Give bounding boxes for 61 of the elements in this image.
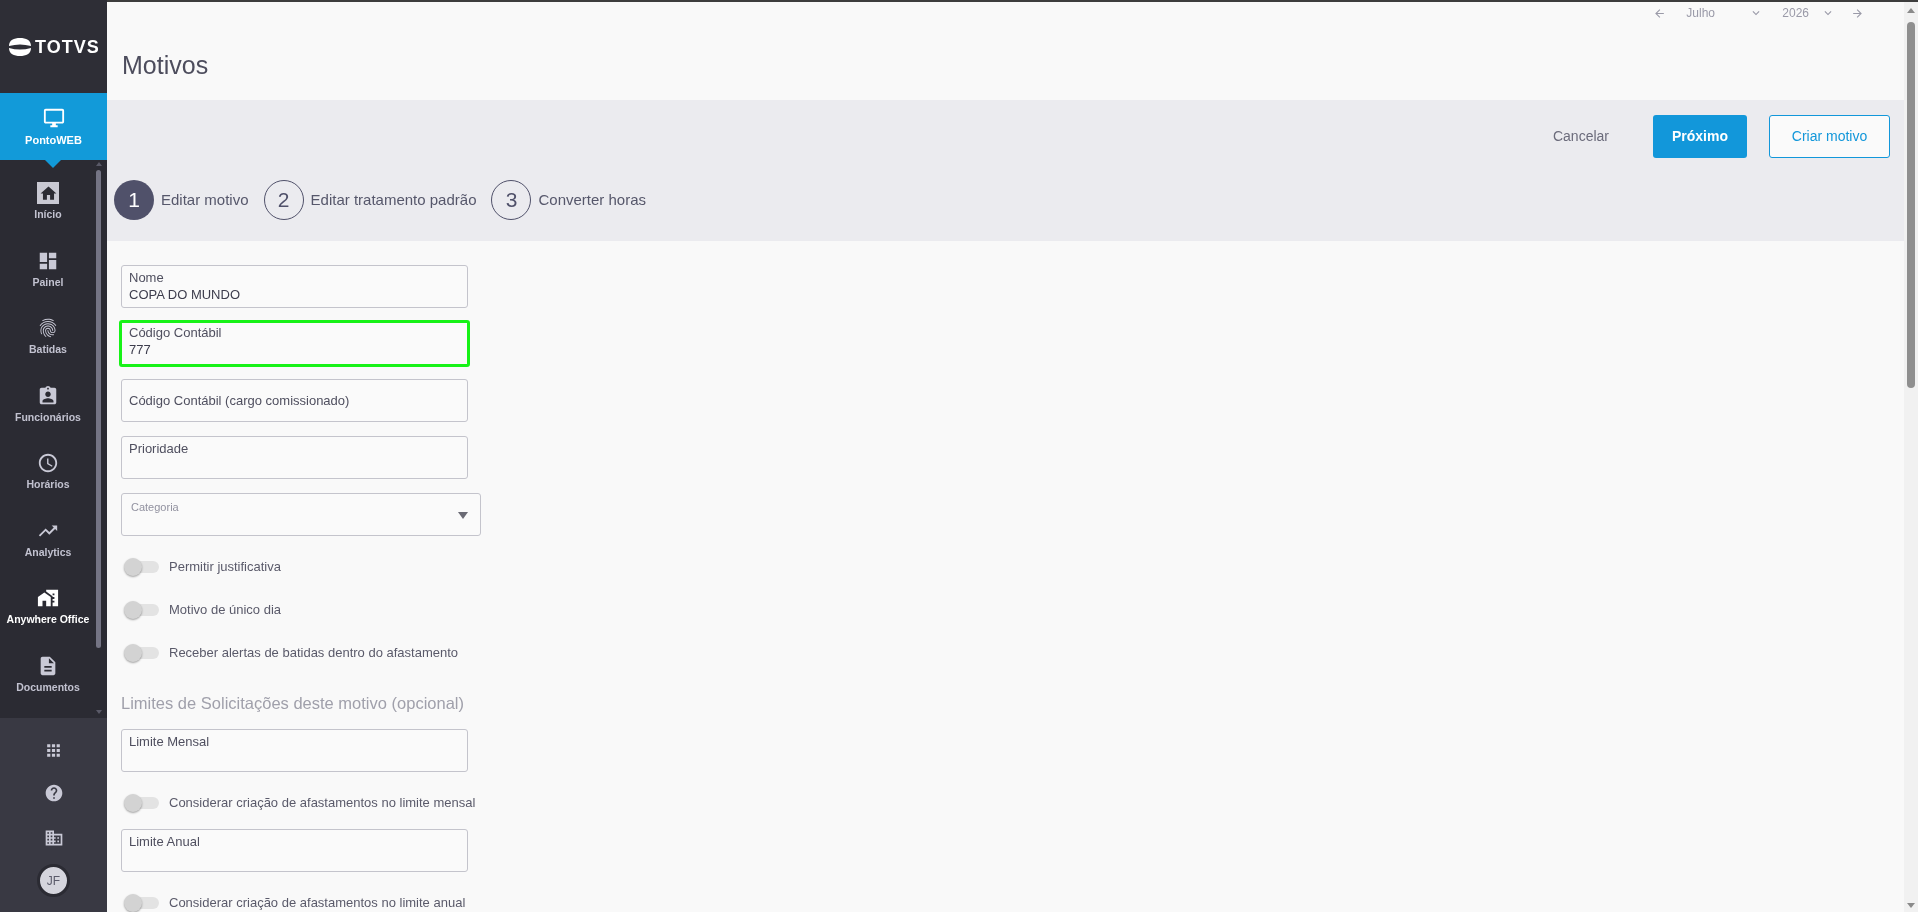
sidebar-item[interactable]: Funcionários [0,370,96,438]
scroll-down-arrow-icon[interactable] [1907,903,1915,908]
user-avatar[interactable]: JF [37,864,70,897]
toggle-switch[interactable] [124,644,160,662]
scrollbar-thumb[interactable] [1907,22,1915,388]
text-button[interactable]: Cancelar [1536,115,1625,158]
logo-mark-icon [8,37,32,56]
input-field[interactable]: Limite Anual [121,829,468,872]
section-heading: Limites de Solicitações deste motivo (opcional) [121,693,464,714]
toggle-label: Permitir justificativa [169,559,281,575]
sidebar-item[interactable]: Batidas [0,303,96,371]
arrow-left-icon[interactable] [1653,6,1667,20]
help-icon[interactable] [43,783,64,803]
sidebar-item[interactable]: Anywhere Office [0,573,96,641]
input-field[interactable]: Código Contábil (cargo comissionado) [121,379,468,422]
input-field[interactable]: Prioridade [121,436,468,479]
logo-text: TOTVS [35,35,100,58]
field-label: Limite Anual [129,834,200,850]
sidebar-item[interactable]: Analytics [0,505,96,573]
input-field[interactable]: Nome COPA DO MUNDO [121,265,468,308]
person-badge-icon [37,384,59,407]
text-input[interactable]: 777 [129,341,460,358]
scroll-up-arrow-icon[interactable] [96,162,102,166]
step-label: Editar tratamento padrão [310,191,477,209]
toggle-label: Considerar criação de afastamentos no limite anual [169,895,466,911]
sidebar-item[interactable]: Documentos [0,640,96,708]
field-label: Prioridade [129,441,189,457]
toggle-label: Considerar criação de afastamentos no limite mensal [169,795,476,811]
house-icon [37,182,59,205]
scroll-down-arrow-icon[interactable] [96,710,102,714]
input-field[interactable]: Limite Mensal [121,729,468,772]
page-title: Motivos [122,50,209,80]
monitor-icon [42,106,65,129]
toggle-label: Receber alertas de batidas dentro do afastamento [169,645,459,661]
sidebar-item[interactable]: Painel [0,235,96,303]
triangle-pointer-icon [45,160,61,168]
field-label: Categoria [131,500,179,514]
fingerprint-icon [37,317,59,340]
scroll-up-arrow-icon[interactable] [1907,8,1915,13]
building-icon[interactable] [43,828,64,848]
field-label: Limite Mensal [129,734,210,750]
step-number[interactable]: 1 [114,180,154,220]
toggle-switch[interactable] [124,601,160,619]
step-label: Converter horas [538,191,647,209]
field-label: Código Contábil [129,325,222,341]
step-label: Editar motivo [161,191,249,209]
toggle-switch[interactable] [124,894,160,912]
text-input[interactable]: Código Contábil (cargo comissionado) [129,392,460,409]
text-input[interactable]: COPA DO MUNDO [129,286,460,303]
field-label: Nome [129,270,164,286]
clock-icon [37,452,59,475]
toggle-label: Motivo de único dia [169,602,281,618]
caret-down-icon [458,512,468,519]
apps-grid-icon[interactable] [44,741,63,760]
sidebar-item[interactable]: Horários [0,438,96,506]
toggle-switch[interactable] [124,794,160,812]
input-field[interactable]: Código Contábil 777 [119,320,470,367]
toggle-switch[interactable] [124,558,160,576]
sidebar-item[interactable]: Início [0,168,96,236]
scrollbar-thumb[interactable] [96,170,101,648]
arrow-right-icon[interactable] [1851,6,1864,20]
